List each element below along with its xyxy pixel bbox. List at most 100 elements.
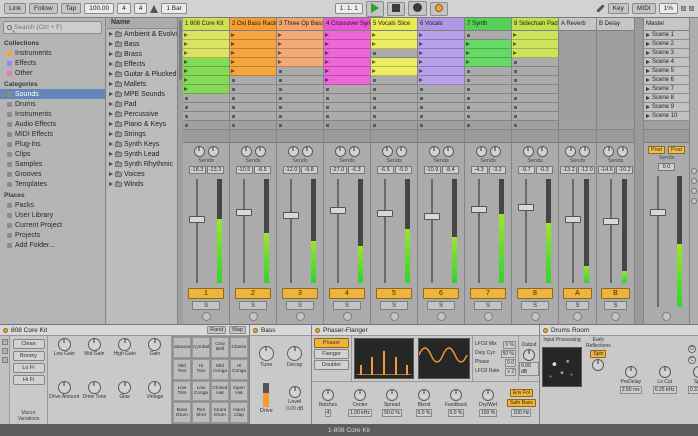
clip-stop-slot[interactable] <box>559 121 596 130</box>
browser-section-header[interactable]: Collections <box>0 37 105 48</box>
send-b-knob[interactable] <box>489 146 501 157</box>
clip-slot[interactable] <box>324 76 370 85</box>
clip-slot[interactable] <box>230 67 276 76</box>
clip-slot[interactable] <box>324 67 370 76</box>
clip-slot[interactable] <box>277 31 323 40</box>
clip-slot[interactable] <box>512 85 558 94</box>
clip-slot[interactable] <box>277 76 323 85</box>
scene-slot[interactable]: Scene 8 <box>644 94 689 103</box>
tune-knob[interactable] <box>258 345 274 361</box>
drum-pad[interactable]: Low Tom <box>173 380 191 402</box>
volume-fader[interactable] <box>283 212 299 220</box>
clip-slot[interactable] <box>277 85 323 94</box>
clip-slot[interactable] <box>230 76 276 85</box>
scene-play-icon[interactable] <box>646 33 650 37</box>
expand-arrow-icon[interactable] <box>109 172 113 176</box>
expand-arrow-icon[interactable] <box>109 62 113 66</box>
return-a-post-toggle[interactable]: Post <box>647 146 665 154</box>
clip-slot[interactable] <box>277 67 323 76</box>
volume-fader[interactable] <box>330 206 346 214</box>
variation-button[interactable]: Boomy <box>12 351 45 361</box>
scene-play-icon[interactable] <box>646 60 650 64</box>
clip-slot[interactable] <box>230 58 276 67</box>
drum-pad[interactable]: Hi Conga <box>230 358 248 380</box>
param-knob[interactable] <box>418 389 430 401</box>
scene-play-icon[interactable] <box>646 87 650 91</box>
volume-value[interactable]: -10.2 <box>616 166 633 174</box>
draw-mode-icon[interactable] <box>595 4 605 13</box>
drum-pad[interactable]: Claves <box>230 337 248 358</box>
clip-stop-slot[interactable] <box>324 121 370 130</box>
browser-item[interactable]: Other <box>0 68 105 78</box>
clip-slot[interactable] <box>371 76 417 85</box>
preview-button[interactable] <box>662 312 671 321</box>
clip-slot[interactable] <box>183 58 229 67</box>
expand-arrow-icon[interactable] <box>109 42 113 46</box>
rand-button[interactable]: Rand <box>207 326 227 334</box>
track-activator[interactable]: 3 <box>281 288 319 299</box>
safe-bass-toggle[interactable]: Safe Bass <box>507 399 536 407</box>
macro-knob[interactable] <box>118 338 132 351</box>
folder-row[interactable]: Piano & Keys <box>107 119 177 129</box>
arm-button[interactable] <box>483 312 493 321</box>
macro-knob[interactable] <box>87 338 101 351</box>
clip-slot[interactable] <box>183 94 229 103</box>
folder-row[interactable]: Mallets <box>107 79 177 89</box>
scene-play-icon[interactable] <box>646 78 650 82</box>
scene-play-icon[interactable] <box>646 114 650 118</box>
browser-section-header[interactable]: Categories <box>0 78 105 89</box>
clip-slot[interactable] <box>465 85 511 94</box>
drum-pad[interactable]: Bass Drum <box>173 402 191 423</box>
level-knob[interactable] <box>288 385 301 398</box>
drum-pad[interactable]: Rim Shot <box>192 402 210 423</box>
clip-slot[interactable] <box>465 94 511 103</box>
track-header[interactable]: 7 Synth <box>465 18 511 31</box>
send-a-knob[interactable] <box>475 146 487 157</box>
spin-toggle[interactable]: Spin <box>590 350 607 358</box>
clip-slot[interactable] <box>418 76 464 85</box>
clip-slot[interactable] <box>324 85 370 94</box>
clip-slot[interactable] <box>183 103 229 112</box>
clip-slot[interactable] <box>230 85 276 94</box>
safe-bass-frequency[interactable]: 100 Hz <box>511 409 532 417</box>
param-value[interactable]: 0.0 <box>505 359 516 367</box>
send-b-knob[interactable] <box>442 146 454 157</box>
macro-knob[interactable] <box>87 380 101 394</box>
browser-item[interactable]: Clips <box>0 149 105 159</box>
browser-item[interactable]: Packs <box>0 200 105 210</box>
tempo-field[interactable]: 100.00 <box>84 3 115 14</box>
arm-button[interactable] <box>611 312 620 321</box>
clip-slot[interactable] <box>418 94 464 103</box>
volume-fader[interactable] <box>603 217 619 225</box>
expand-arrow-icon[interactable] <box>109 182 113 186</box>
param-knob[interactable] <box>658 366 671 378</box>
volume-value[interactable]: -3.2 <box>488 166 506 174</box>
clip-stop-slot[interactable] <box>465 121 511 130</box>
clip-slot[interactable] <box>512 76 558 85</box>
clip-slot[interactable] <box>465 58 511 67</box>
device-title-bar[interactable]: Phaser-Flanger <box>312 325 539 336</box>
clip-slot[interactable] <box>324 31 370 40</box>
search-input[interactable] <box>14 24 94 31</box>
expand-arrow-icon[interactable] <box>109 152 113 156</box>
drum-pad[interactable]: Closed Hat <box>211 380 229 402</box>
track-header[interactable]: B Delay <box>597 18 634 31</box>
track-activator[interactable]: 7 <box>469 288 507 299</box>
clip-slot[interactable] <box>465 49 511 58</box>
clip-slot[interactable] <box>418 31 464 40</box>
track-header[interactable]: 2 Oxi Bass Rack <box>230 18 276 31</box>
arm-button[interactable] <box>342 312 352 321</box>
variation-button[interactable]: Clean <box>12 339 45 349</box>
clip-slot[interactable] <box>371 40 417 49</box>
scene-slot[interactable]: Scene 3 <box>644 49 689 58</box>
variation-button[interactable]: Lo Fi <box>12 363 45 373</box>
send-a-knob[interactable] <box>334 146 346 157</box>
browser-item[interactable]: MIDI Effects <box>0 129 105 139</box>
clip-slot[interactable] <box>183 49 229 58</box>
folder-row[interactable]: MPE Sounds <box>107 89 177 99</box>
clip-stop-slot[interactable] <box>230 121 276 130</box>
drum-pad[interactable]: Open Hat <box>230 380 248 402</box>
volume-fader[interactable] <box>377 210 393 218</box>
expand-arrow-icon[interactable] <box>109 32 113 36</box>
send-b-knob[interactable] <box>579 146 590 157</box>
